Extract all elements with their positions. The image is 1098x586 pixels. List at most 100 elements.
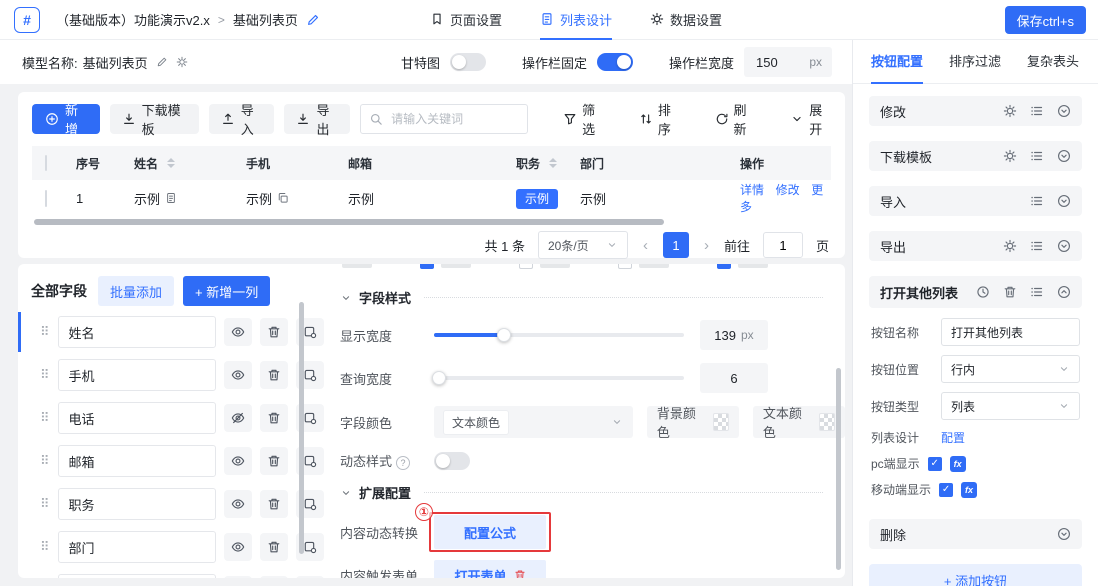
action-width-input[interactable] (754, 54, 794, 71)
list-settings-icon[interactable] (1030, 104, 1044, 118)
expanded-item-header[interactable]: 打开其他列表 (869, 276, 1082, 308)
field-name-input[interactable] (58, 531, 216, 563)
sort-caret-icon[interactable] (549, 158, 557, 168)
mobile-display-fx-icon[interactable]: fx (961, 482, 977, 498)
select-all-checkbox[interactable] (45, 155, 47, 171)
transparent-swatch[interactable] (819, 413, 835, 431)
chevron-circle-down-icon[interactable] (1057, 194, 1071, 208)
button-position-select[interactable]: 行内 (941, 355, 1080, 383)
model-settings-gear-icon[interactable] (176, 56, 188, 68)
expand-tool[interactable]: 展开 (790, 100, 831, 138)
sort-tool[interactable]: 排序 (639, 100, 680, 138)
chevron-circle-up-icon[interactable] (1057, 285, 1071, 299)
refresh-tool[interactable]: 刷新 (715, 100, 756, 138)
tab-button-config[interactable]: 按钮配置 (871, 40, 923, 84)
import-button[interactable]: 导入 (209, 104, 275, 134)
field-color-select[interactable]: 文本颜色 (434, 406, 633, 438)
eye-icon[interactable] (224, 576, 252, 578)
button-item-export[interactable]: 导出 (869, 231, 1082, 261)
row-checkbox[interactable] (45, 190, 47, 207)
action-fixed-toggle[interactable] (597, 53, 633, 71)
row-action-detail[interactable]: 详情 (740, 183, 764, 197)
eye-off-icon[interactable] (224, 404, 252, 432)
field-name-input[interactable] (58, 488, 216, 520)
section-field-style[interactable]: 字段样式 (340, 288, 845, 307)
chevron-circle-down-icon[interactable] (1057, 149, 1071, 163)
eye-icon[interactable] (224, 318, 252, 346)
sort-caret-icon[interactable] (167, 158, 175, 168)
tab-data-settings[interactable]: 数据设置 (650, 0, 722, 40)
trash-icon[interactable] (260, 447, 288, 475)
gantt-toggle[interactable] (450, 53, 486, 71)
tab-page-settings[interactable]: 页面设置 (430, 0, 502, 40)
trash-icon[interactable] (260, 576, 288, 578)
eye-icon[interactable] (224, 447, 252, 475)
button-item-import[interactable]: 导入 (869, 186, 1082, 216)
button-name-input[interactable] (941, 318, 1080, 346)
edit-model-icon[interactable] (156, 56, 168, 68)
open-form-button[interactable]: 打开表单 (434, 560, 546, 578)
button-type-select[interactable]: 列表 (941, 392, 1080, 420)
chevron-circle-down-icon[interactable] (1057, 104, 1071, 118)
chevron-circle-down-icon[interactable] (1057, 527, 1071, 541)
drag-handle-icon[interactable]: ⠿ (40, 539, 50, 555)
batch-add-button[interactable]: 批量添加 (98, 276, 174, 306)
goto-page-input[interactable] (763, 232, 803, 258)
section-extend-config[interactable]: 扩展配置 (340, 483, 845, 502)
fields-scrollbar[interactable] (299, 302, 304, 554)
breadcrumb-page[interactable]: 基础列表页 (233, 10, 298, 29)
pc-display-fx-icon[interactable]: fx (950, 456, 966, 472)
pc-display-checkbox[interactable]: ✓ (928, 457, 942, 471)
list-settings-icon[interactable] (1030, 239, 1044, 253)
eye-icon[interactable] (224, 490, 252, 518)
clipped-checkbox-checked[interactable]: ✓ (717, 264, 731, 269)
row-action-edit[interactable]: 修改 (776, 183, 800, 197)
breadcrumb-app[interactable]: （基础版本）功能演示v2.x (56, 10, 210, 29)
field-name-input[interactable] (58, 574, 216, 578)
field-name-input[interactable] (58, 402, 216, 434)
question-circle-icon[interactable]: ? (396, 456, 410, 470)
trash-icon[interactable] (260, 361, 288, 389)
query-width-slider[interactable] (434, 376, 684, 380)
trash-icon[interactable] (260, 533, 288, 561)
add-record-button[interactable]: 新增 (32, 104, 100, 134)
gear-icon[interactable] (1003, 149, 1017, 163)
field-name-input[interactable] (58, 445, 216, 477)
page-size-select[interactable]: 20条/页 (538, 231, 628, 259)
list-settings-icon[interactable] (1030, 285, 1044, 299)
drag-handle-icon[interactable]: ⠿ (40, 324, 50, 340)
trash-icon[interactable] (514, 569, 526, 578)
filter-tool[interactable]: 筛选 (563, 100, 604, 138)
chevron-circle-down-icon[interactable] (1057, 239, 1071, 253)
button-item-delete[interactable]: 删除 (869, 519, 1082, 549)
trash-icon[interactable] (260, 490, 288, 518)
config-scrollbar[interactable] (836, 368, 841, 570)
eye-icon[interactable] (224, 361, 252, 389)
text-color-picker[interactable]: 文本颜色 (753, 406, 845, 438)
download-template-button[interactable]: 下载模板 (110, 104, 199, 134)
list-design-config-link[interactable]: 配置 (941, 429, 965, 446)
edit-page-name-icon[interactable] (306, 13, 320, 27)
tab-list-design[interactable]: 列表设计 (540, 0, 612, 40)
tab-complex-header[interactable]: 复杂表头 (1027, 40, 1079, 84)
drag-handle-icon[interactable]: ⠿ (40, 410, 50, 426)
prev-page-button[interactable]: ‹ (641, 237, 650, 254)
tab-sort-filter[interactable]: 排序过滤 (949, 40, 1001, 84)
next-page-button[interactable]: › (702, 237, 711, 254)
copy-icon[interactable] (277, 192, 289, 204)
background-color-picker[interactable]: 背景颜色 (647, 406, 739, 438)
drag-handle-icon[interactable]: ⠿ (40, 453, 50, 469)
add-button-button[interactable]: + 添加按钮 (869, 564, 1082, 586)
list-settings-icon[interactable] (1030, 149, 1044, 163)
gear-icon[interactable] (1003, 239, 1017, 253)
clock-icon[interactable] (976, 285, 990, 299)
button-item-modify[interactable]: 修改 (869, 96, 1082, 126)
export-button[interactable]: 导出 (284, 104, 350, 134)
config-formula-button[interactable]: 配置公式 ① (434, 515, 546, 549)
gear-icon[interactable] (1003, 104, 1017, 118)
add-column-button[interactable]: + 新增一列 (183, 276, 270, 306)
drag-handle-icon[interactable]: ⠿ (40, 367, 50, 383)
form-icon[interactable] (165, 192, 177, 204)
drag-handle-icon[interactable]: ⠿ (40, 496, 50, 512)
trash-icon[interactable] (260, 318, 288, 346)
